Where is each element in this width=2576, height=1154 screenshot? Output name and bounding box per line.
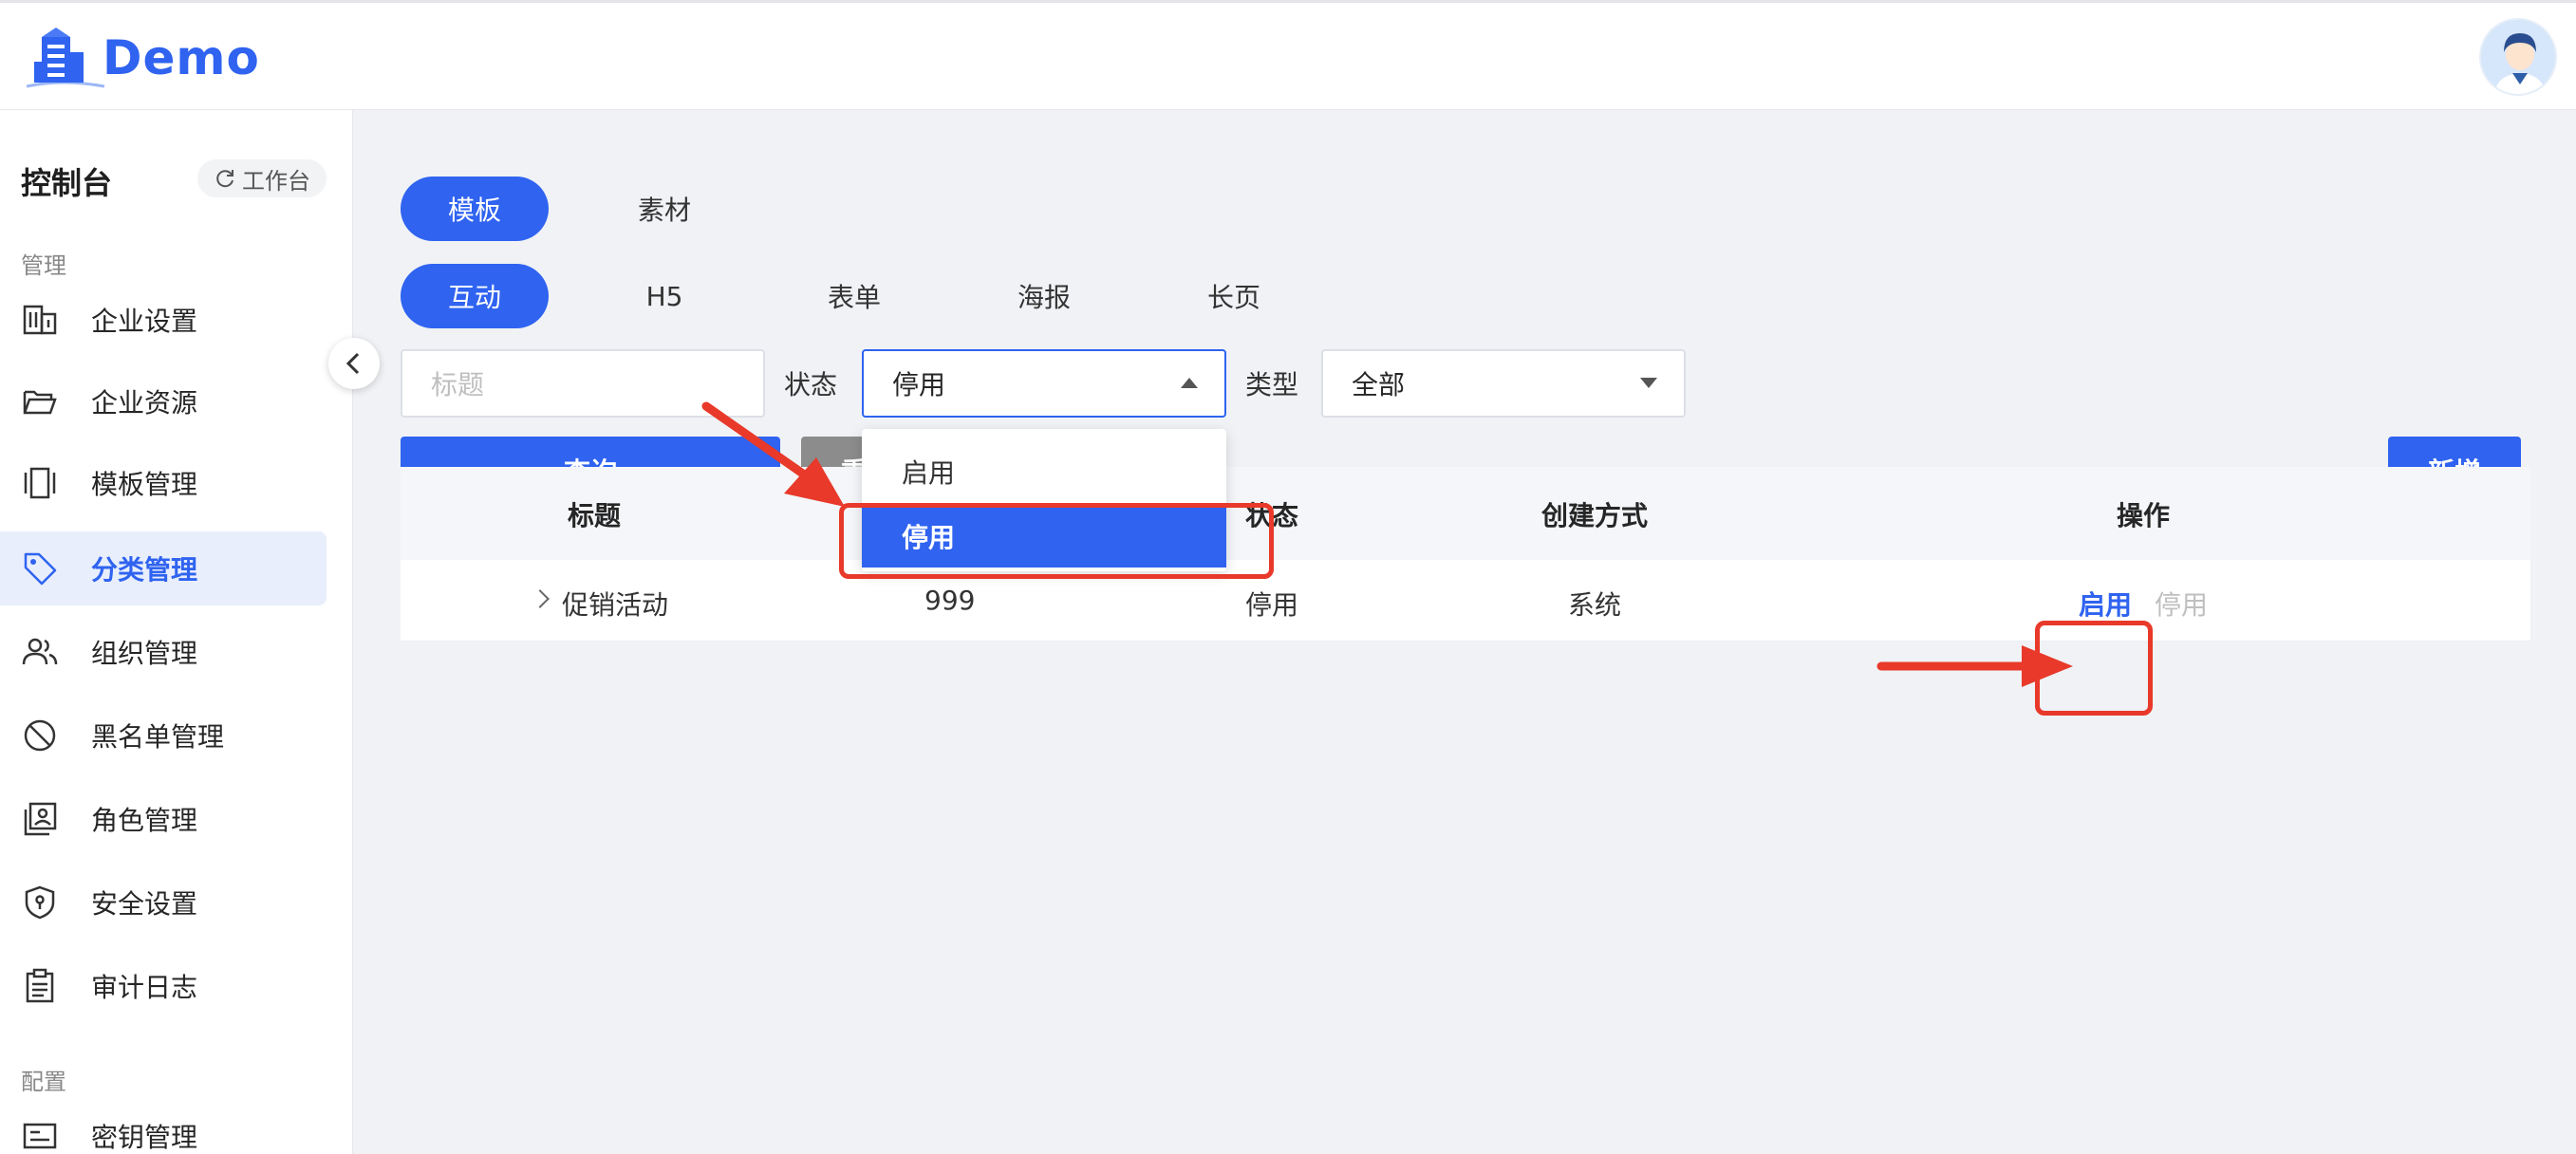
sidebar-item-label: 组织管理 <box>91 638 198 669</box>
type-select[interactable]: 全部 <box>1321 349 1686 418</box>
row-title: 促销活动 <box>562 589 669 621</box>
title-search-input[interactable]: 标题 <box>401 349 765 418</box>
folder-open-icon <box>21 382 59 420</box>
sidebar-item-audit-log[interactable]: 审计日志 <box>0 949 327 1023</box>
row-creation-method: 系统 <box>1568 589 1622 621</box>
sidebar-item-label: 密钥管理 <box>91 1122 198 1153</box>
tab-material[interactable]: 素材 <box>590 177 738 241</box>
column-header-actions: 操作 <box>2117 500 2171 531</box>
ban-icon <box>21 717 59 754</box>
sidebar-item-organization-management[interactable]: 组织管理 <box>0 615 327 689</box>
group-label-manage: 管理 <box>21 252 66 279</box>
sidebar-collapse-button[interactable] <box>328 338 380 389</box>
annotation-box-dropdown-option <box>839 503 1274 579</box>
tab-interactive[interactable]: 互动 <box>401 264 549 328</box>
tag-icon <box>21 549 59 587</box>
workbench-label: 工作台 <box>242 167 310 195</box>
column-header-title: 标题 <box>568 500 622 531</box>
content-panel: 模板 素材 互动 H5 表单 海报 长页 标题 状态 停用 类型 全部 查询 重… <box>401 158 2530 708</box>
sidebar-item-label: 审计日志 <box>91 972 198 1003</box>
table-header: 标题 状态 创建方式 操作 <box>401 467 2530 560</box>
sidebar-item-label: 角色管理 <box>91 805 198 836</box>
tab-poster[interactable]: 海报 <box>970 264 1118 328</box>
enable-action-link[interactable]: 启用 <box>2079 585 2132 623</box>
top-tabs: 模板 素材 <box>401 177 738 241</box>
tab-template[interactable]: 模板 <box>401 177 549 241</box>
disable-action-link[interactable]: 停用 <box>2155 585 2208 623</box>
tab-long-page[interactable]: 长页 <box>1160 264 1308 328</box>
expand-chevron-icon[interactable] <box>531 589 550 608</box>
sidebar-item-role-management[interactable]: 角色管理 <box>0 782 327 856</box>
sidebar-item-template-management[interactable]: 模板管理 <box>0 446 327 520</box>
top-header: Demo <box>0 0 2576 110</box>
sidebar-item-label: 安全设置 <box>91 888 198 920</box>
dropdown-option-enable[interactable]: 启用 <box>862 440 1226 503</box>
sidebar-item-enterprise-resources[interactable]: 企业资源 <box>0 364 327 438</box>
building-logo-icon <box>26 28 105 88</box>
template-icon <box>21 464 59 502</box>
sidebar: 控制台 工作台 管理 企业设置 企业资源 模板管理 分类管理 组织管理 黑名单管… <box>0 110 353 1154</box>
logo-text: Demo <box>103 30 260 85</box>
group-label-config: 配置 <box>21 1069 66 1095</box>
sidebar-item-security-settings[interactable]: 安全设置 <box>0 866 327 940</box>
sidebar-item-label: 黑名单管理 <box>91 721 225 753</box>
table-row: 促销活动 999 停用 系统 启用 停用 <box>401 560 2530 642</box>
shield-lock-icon <box>21 884 59 921</box>
sub-tabs: 互动 H5 表单 海报 长页 <box>401 264 1308 328</box>
workbench-button[interactable]: 工作台 <box>197 159 327 197</box>
main-area: 模板 素材 互动 H5 表单 海报 长页 标题 状态 停用 类型 全部 查询 重… <box>353 110 2576 1154</box>
sidebar-item-label: 企业设置 <box>91 306 198 337</box>
logo[interactable]: Demo <box>25 24 260 92</box>
users-icon <box>21 633 59 671</box>
sidebar-item-blacklist-management[interactable]: 黑名单管理 <box>0 698 327 772</box>
caret-up-icon <box>1181 378 1198 388</box>
status-label: 状态 <box>784 369 838 400</box>
sidebar-item-label: 模板管理 <box>91 469 198 500</box>
chevron-left-icon <box>345 352 360 375</box>
id-card-icon <box>21 800 59 838</box>
sidebar-item-category-management[interactable]: 分类管理 <box>0 531 327 605</box>
column-header-creation-method: 创建方式 <box>1541 500 1649 531</box>
caret-down-icon <box>1640 378 1657 388</box>
sidebar-item-label: 企业资源 <box>91 387 198 419</box>
type-label: 类型 <box>1245 369 1299 400</box>
type-select-value: 全部 <box>1352 369 1406 400</box>
sidebar-item-key-management[interactable]: 密钥管理 <box>0 1099 327 1154</box>
user-avatar[interactable] <box>2479 18 2557 96</box>
key-card-icon <box>21 1117 59 1154</box>
tab-h5[interactable]: H5 <box>590 264 738 328</box>
tab-form[interactable]: 表单 <box>780 264 928 328</box>
status-select[interactable]: 停用 <box>862 349 1226 418</box>
row-status: 停用 <box>1245 589 1299 621</box>
annotation-box-enable-action <box>2035 621 2153 716</box>
status-select-value: 停用 <box>892 369 946 400</box>
clipboard-icon <box>21 967 59 1005</box>
building-icon <box>21 301 59 339</box>
console-title: 控制台 <box>21 165 113 201</box>
avatar-person-icon <box>2481 20 2555 94</box>
sidebar-item-enterprise-settings[interactable]: 企业设置 <box>0 283 327 357</box>
sidebar-item-label: 分类管理 <box>91 554 198 586</box>
refresh-icon <box>216 170 233 188</box>
row-count: 999 <box>924 585 976 616</box>
